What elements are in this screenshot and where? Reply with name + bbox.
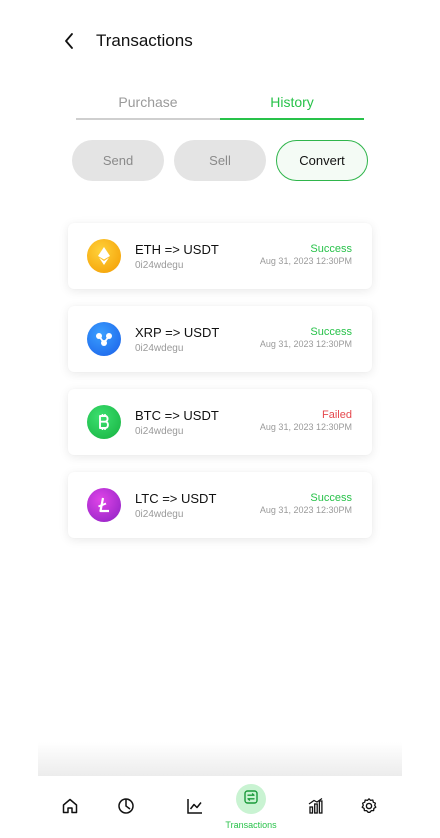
nav-settings[interactable]	[354, 796, 384, 820]
nav-portfolio[interactable]	[301, 796, 331, 820]
settings-icon	[360, 797, 378, 820]
litecoin-icon	[87, 488, 121, 522]
status-badge: Success	[310, 326, 352, 338]
nav-history[interactable]	[111, 796, 141, 820]
chart-line-icon	[186, 797, 204, 820]
nav-market[interactable]	[180, 796, 210, 820]
transaction-pair: LTC => USDT	[135, 491, 217, 506]
convert-filter-button[interactable]: Convert	[276, 140, 368, 181]
bar-chart-icon	[307, 797, 325, 820]
tab-bar: Purchase History	[76, 94, 364, 120]
bottom-nav: Transactions	[38, 776, 402, 838]
transaction-card[interactable]: BTC => USDT 0i24wdegu Failed Aug 31, 202…	[68, 389, 372, 455]
transaction-date: Aug 31, 2023 12:30PM	[259, 505, 352, 515]
transaction-id: 0i24wdegu	[135, 343, 184, 354]
bitcoin-icon	[87, 405, 121, 439]
transaction-date: Aug 31, 2023 12:30PM	[259, 256, 352, 266]
status-badge: Success	[310, 243, 352, 255]
header: Transactions	[64, 30, 193, 52]
transactions-icon	[243, 789, 259, 810]
home-icon	[61, 797, 79, 820]
transaction-pair: XRP => USDT	[135, 325, 220, 340]
transaction-pair: ETH => USDT	[135, 242, 219, 257]
nav-transactions-label[interactable]: Transactions	[221, 820, 281, 830]
nav-transactions[interactable]	[236, 784, 266, 814]
transaction-card[interactable]: XRP => USDT 0i24wdegu Success Aug 31, 20…	[68, 306, 372, 372]
ripple-icon	[87, 322, 121, 356]
status-badge: Failed	[322, 409, 352, 421]
transaction-id: 0i24wdegu	[135, 260, 184, 271]
transaction-id: 0i24wdegu	[135, 509, 184, 520]
ethereum-icon	[87, 239, 121, 273]
tab-purchase[interactable]: Purchase	[76, 94, 220, 120]
transaction-card[interactable]: ETH => USDT 0i24wdegu Success Aug 31, 20…	[68, 223, 372, 289]
status-badge: Success	[310, 492, 352, 504]
transaction-pair: BTC => USDT	[135, 408, 219, 423]
tab-history[interactable]: History	[220, 94, 364, 120]
bottom-fade	[38, 742, 402, 776]
clock-icon	[117, 797, 135, 820]
transaction-date: Aug 31, 2023 12:30PM	[259, 339, 352, 349]
transaction-card[interactable]: LTC => USDT 0i24wdegu Success Aug 31, 20…	[68, 472, 372, 538]
page-title: Transactions	[96, 31, 193, 50]
send-filter-button[interactable]: Send	[72, 140, 164, 181]
sell-filter-button[interactable]: Sell	[174, 140, 266, 181]
transaction-id: 0i24wdegu	[135, 426, 184, 437]
back-arrow-icon[interactable]	[64, 31, 80, 51]
nav-home[interactable]	[55, 796, 85, 820]
transaction-date: Aug 31, 2023 12:30PM	[259, 422, 352, 432]
